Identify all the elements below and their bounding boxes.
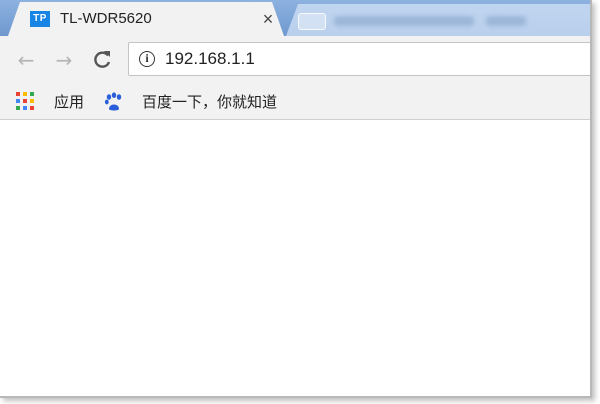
apps-dot [23,99,27,103]
back-arrow-icon[interactable]: ← [14,48,38,72]
tp-link-favicon-icon: TP [30,11,50,27]
bookmarks-bar: 应用 百度一下，你就知道 [0,84,590,120]
tab-inactive[interactable] [286,4,590,36]
page-content [0,120,590,396]
apps-dot [23,106,27,110]
forward-arrow-icon[interactable]: → [52,48,76,72]
apps-dot [23,92,27,96]
apps-dot [16,106,20,110]
browser-window: TP TL-WDR5620 × ← → i 192.168.1.1 应用 百度一… [0,0,592,398]
blurred-tab-title-extra [486,16,526,26]
close-icon[interactable]: × [260,10,276,28]
new-tab-icon[interactable] [298,13,326,30]
bookmark-apps[interactable]: 应用 [54,92,84,112]
url-text[interactable]: 192.168.1.1 [165,49,255,69]
apps-dot [16,92,20,96]
tab-strip: TP TL-WDR5620 × [0,0,590,36]
info-icon[interactable]: i [139,51,155,67]
address-bar[interactable]: i 192.168.1.1 [128,42,590,76]
apps-dot [16,99,20,103]
apps-dot [30,92,34,96]
blurred-tab-title [334,16,474,26]
baidu-paw-icon[interactable] [104,92,124,112]
bookmark-baidu[interactable]: 百度一下，你就知道 [142,92,277,112]
apps-dot [30,106,34,110]
tab-active[interactable]: TP TL-WDR5620 × [8,2,284,36]
toolbar: ← → i 192.168.1.1 [0,36,590,84]
reload-icon[interactable] [90,48,114,72]
apps-grid-icon[interactable] [16,92,34,110]
apps-dot [30,99,34,103]
tab-title: TL-WDR5620 [60,10,152,27]
